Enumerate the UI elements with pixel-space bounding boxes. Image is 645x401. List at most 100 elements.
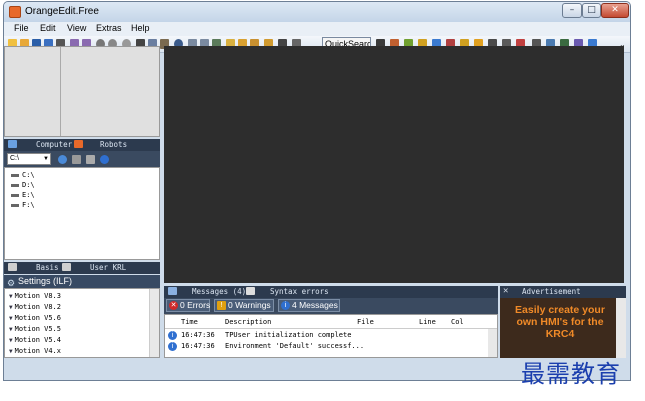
table-row[interactable]: i 16:47:36 TPUser initialization complet… bbox=[165, 330, 487, 341]
column-header-file[interactable]: File bbox=[357, 318, 374, 326]
messages-filter-button[interactable]: i4 Messages bbox=[278, 299, 340, 312]
motion-label: Motion V4.x bbox=[14, 347, 61, 355]
drive-label: E:\ bbox=[22, 191, 35, 199]
menu-file[interactable]: File bbox=[14, 23, 29, 33]
motion-label: Motion V5.4 bbox=[14, 336, 61, 344]
info-icon: i bbox=[168, 331, 177, 340]
drive-item[interactable]: C:\ bbox=[11, 171, 35, 179]
warnings-filter-label: 0 Warnings bbox=[228, 300, 271, 310]
minimize-button[interactable]: – bbox=[562, 3, 582, 18]
info-icon[interactable] bbox=[100, 155, 109, 164]
folder-up-icon[interactable] bbox=[72, 155, 81, 164]
row-time: 16:47:36 bbox=[181, 331, 215, 339]
messages-filter-label: 4 Messages bbox=[292, 300, 338, 310]
menu-extras[interactable]: Extras bbox=[96, 23, 122, 33]
messages-table: Time Description File Line Col i 16:47:3… bbox=[164, 314, 498, 358]
drive-icon bbox=[11, 203, 19, 207]
row-description: TPUser initialization complete bbox=[225, 331, 352, 339]
settings-list: ▼ Motion V8.3 ▼ Motion V8.2 ▼ Motion V5.6 ▼… bbox=[4, 288, 160, 358]
drive-label: D:\ bbox=[22, 181, 35, 189]
tab-user-krl[interactable]: User KRL bbox=[90, 263, 126, 272]
info-icon: i bbox=[281, 301, 290, 310]
tab-syntax-errors[interactable]: Syntax errors bbox=[270, 287, 329, 296]
drive-item[interactable]: F:\ bbox=[11, 201, 35, 209]
list-item[interactable]: ▼ Motion V4.x bbox=[9, 347, 61, 355]
chevron-down-icon: ▼ bbox=[9, 315, 13, 322]
info-icon: i bbox=[168, 342, 177, 351]
drive-label: F:\ bbox=[22, 201, 35, 209]
motion-label: Motion V8.2 bbox=[14, 303, 61, 311]
drive-icon bbox=[11, 193, 19, 197]
close-icon[interactable]: ✕ bbox=[503, 286, 508, 296]
refresh-icon[interactable] bbox=[58, 155, 67, 164]
drive-icon bbox=[11, 183, 19, 187]
row-time: 16:47:36 bbox=[181, 342, 215, 350]
drive-select-value: C:\ bbox=[10, 155, 19, 162]
errors-filter-button[interactable]: ✕ 0 Errors bbox=[166, 299, 210, 312]
tab-messages[interactable]: Messages (4) bbox=[192, 287, 246, 296]
settings-header[interactable]: ⚙ Settings (ILF) bbox=[4, 275, 160, 288]
watermark-text: 最需教育 bbox=[521, 360, 621, 388]
chevron-down-icon: ▼ bbox=[9, 293, 13, 300]
ad-text: Easily create your own HMI's for the KRC… bbox=[515, 304, 605, 340]
chevron-down-icon: ▼ bbox=[43, 156, 49, 162]
list-item[interactable]: ▼ Motion V8.2 bbox=[9, 303, 61, 311]
tab-robots[interactable]: Robots bbox=[100, 140, 127, 149]
menu-view[interactable]: View bbox=[67, 23, 86, 33]
chevron-down-icon: ▼ bbox=[9, 326, 13, 333]
drive-icon bbox=[11, 173, 19, 177]
motion-label: Motion V5.5 bbox=[14, 325, 61, 333]
maximize-button[interactable]: □ bbox=[582, 3, 601, 18]
code-editor[interactable] bbox=[164, 46, 624, 283]
motion-label: Motion V8.3 bbox=[14, 292, 61, 300]
column-header-time[interactable]: Time bbox=[181, 318, 198, 326]
drive-list: C:\ D:\ E:\ F:\ bbox=[4, 167, 160, 260]
list-item[interactable]: ▼ Motion V8.3 bbox=[9, 292, 61, 300]
motion-label: Motion V5.6 bbox=[14, 314, 61, 322]
messages-tabs: Messages (4) Syntax errors bbox=[164, 286, 498, 298]
scrollbar[interactable] bbox=[488, 329, 497, 357]
settings-title: Settings (ILF) bbox=[18, 276, 73, 286]
new-folder-icon[interactable] bbox=[86, 155, 95, 164]
warnings-filter-button[interactable]: ! 0 Warnings bbox=[214, 299, 274, 312]
close-button[interactable]: ✕ bbox=[601, 3, 629, 18]
drive-item[interactable]: E:\ bbox=[11, 191, 35, 199]
list-item[interactable]: ▼ Motion V5.4 bbox=[9, 336, 61, 344]
title-bar[interactable]: OrangeEdit.Free – □ ✕ bbox=[4, 2, 630, 22]
list-item[interactable]: ▼ Motion V5.6 bbox=[9, 314, 61, 322]
drive-select[interactable]: C:\ ▼ bbox=[7, 153, 51, 165]
advertisement-panel[interactable]: Easily create your own HMI's for the KRC… bbox=[500, 298, 626, 358]
messages-icon bbox=[168, 287, 177, 295]
window-title: OrangeEdit.Free bbox=[25, 6, 99, 17]
settings-tabs: Basis User KRL bbox=[4, 262, 160, 274]
warning-icon: ! bbox=[217, 301, 226, 310]
table-row[interactable]: i 16:47:36 Environment 'Default' success… bbox=[165, 341, 487, 352]
advertisement-tabs: ✕ Advertisement bbox=[500, 286, 626, 298]
menu-help[interactable]: Help bbox=[131, 23, 150, 33]
app-icon bbox=[9, 6, 21, 18]
panel-splitter[interactable] bbox=[60, 47, 61, 136]
errors-filter-label: 0 Errors bbox=[180, 300, 211, 310]
file-browser-panel[interactable] bbox=[4, 46, 160, 137]
row-description: Environment 'Default' successf... bbox=[225, 342, 365, 350]
menu-edit[interactable]: Edit bbox=[40, 23, 56, 33]
computer-icon bbox=[8, 140, 17, 148]
scrollbar[interactable] bbox=[616, 298, 626, 358]
column-header-line[interactable]: Line bbox=[419, 318, 436, 326]
tab-advertisement[interactable]: Advertisement bbox=[522, 287, 581, 296]
drive-item[interactable]: D:\ bbox=[11, 181, 35, 189]
chevron-down-icon: ▼ bbox=[9, 348, 13, 355]
robot-tab-icon bbox=[74, 140, 83, 148]
syntax-errors-icon bbox=[246, 287, 255, 295]
tab-computer[interactable]: Computer bbox=[36, 140, 72, 149]
tab-basis[interactable]: Basis bbox=[36, 263, 59, 272]
error-icon: ✕ bbox=[169, 301, 178, 310]
column-header-description[interactable]: Description bbox=[225, 318, 271, 326]
explorer-toolbar: C:\ ▼ bbox=[4, 151, 160, 167]
drive-label: C:\ bbox=[22, 171, 35, 179]
chevron-down-icon: ▼ bbox=[9, 304, 13, 311]
scrollbar[interactable] bbox=[149, 289, 159, 357]
menu-bar: File Edit View Extras Help bbox=[4, 22, 630, 36]
list-item[interactable]: ▼ Motion V5.5 bbox=[9, 325, 61, 333]
column-header-col[interactable]: Col bbox=[451, 318, 464, 326]
